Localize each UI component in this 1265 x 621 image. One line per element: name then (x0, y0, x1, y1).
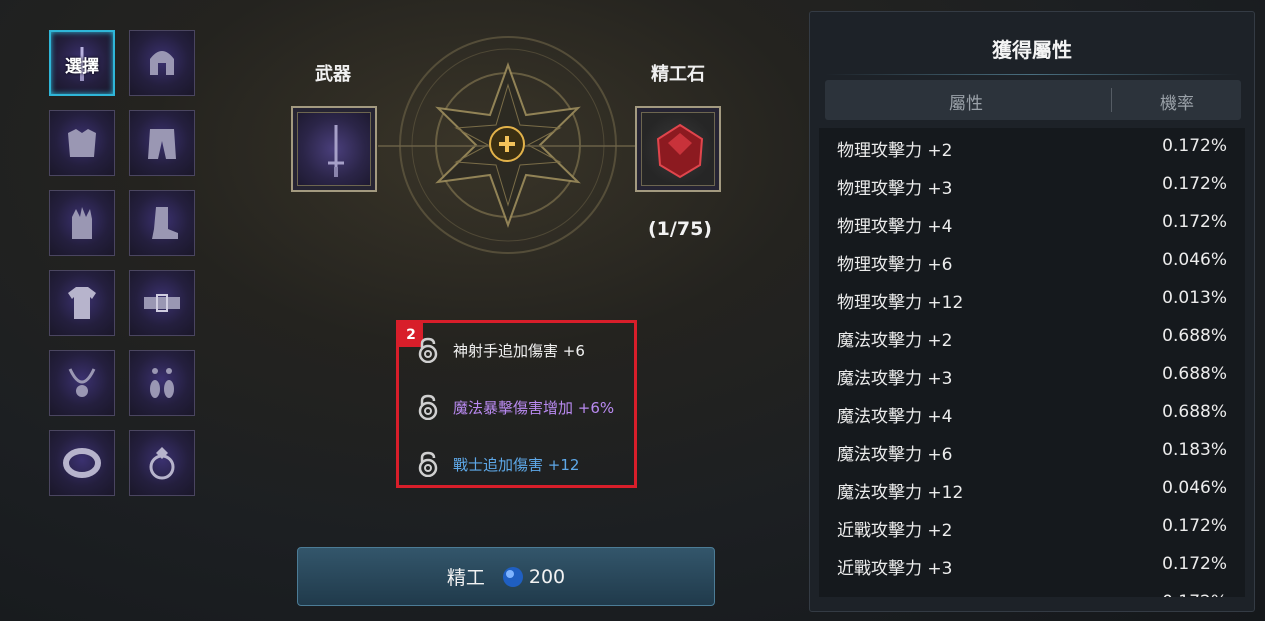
refine-button[interactable]: 精工 200 (297, 547, 715, 606)
sword-icon (328, 125, 344, 177)
slot-weapon[interactable]: 選擇 (49, 30, 115, 96)
attribute-name: 魔法攻擊力 +12 (837, 483, 964, 503)
bracelet-icon (63, 448, 101, 478)
weapon-slot[interactable] (291, 106, 377, 192)
slot-armor[interactable] (49, 110, 115, 176)
armor-icon (68, 129, 96, 157)
attribute-probability: 0.172% (1162, 592, 1227, 597)
option-line: 神射手追加傷害 +6 (417, 337, 585, 363)
slot-pants[interactable] (129, 110, 195, 176)
attribute-probability: 0.172% (1162, 554, 1227, 574)
column-header-attribute: 屬性 (949, 94, 983, 114)
attribute-name: 物理攻擊力 +3 (837, 179, 953, 199)
table-row: 魔法攻擊力 +2 0.688% (819, 318, 1245, 356)
table-row: 近戰攻擊力 +4 0.172% (819, 584, 1245, 597)
slot-belt[interactable] (129, 270, 195, 336)
attribute-probability: 0.013% (1162, 288, 1227, 308)
panel-title: 獲得屬性 (992, 38, 1072, 62)
attribute-list[interactable]: 物理攻擊力 +2 0.172% 物理攻擊力 +3 0.172% 物理攻擊力 +4 0.17… (819, 128, 1245, 597)
weapon-label: 武器 (315, 64, 351, 85)
slot-shirt[interactable] (49, 270, 115, 336)
unlock-icon[interactable] (417, 394, 439, 420)
option-line: 魔法暴擊傷害增加 +6% (417, 394, 614, 420)
stone-count: (1/75) (648, 218, 712, 240)
unlock-icon[interactable] (417, 337, 439, 363)
attribute-name: 物理攻擊力 +6 (837, 255, 953, 275)
add-button[interactable] (489, 126, 525, 162)
table-row: 魔法攻擊力 +4 0.688% (819, 394, 1245, 432)
attribute-name: 物理攻擊力 +2 (837, 141, 953, 161)
random-options-box: 2 神射手追加傷害 +6 魔法暴擊傷害增加 +6% 戰士追加傷害 +12 (396, 320, 637, 488)
ring-icon (149, 447, 175, 480)
stone-label: 精工石 (651, 64, 705, 85)
red-gem-icon (656, 123, 704, 179)
blue-gem-icon (502, 566, 523, 587)
table-header: 屬性 機率 (825, 80, 1241, 120)
unlock-icon[interactable] (417, 451, 439, 477)
refine-button-label: 精工 (446, 567, 485, 589)
attribute-probability: 0.183% (1162, 440, 1227, 460)
attribute-panel: 獲得屬性 屬性 機率 物理攻擊力 +2 0.172% 物理攻擊力 +3 0.172% 物… (809, 11, 1255, 612)
attribute-probability: 0.688% (1162, 326, 1227, 346)
attribute-name: 近戰攻擊力 +3 (837, 559, 953, 579)
table-row: 物理攻擊力 +12 0.013% (819, 280, 1245, 318)
attribute-name: 近戰攻擊力 +4 (837, 592, 952, 597)
table-row: 近戰攻擊力 +3 0.172% (819, 546, 1245, 584)
helmet-icon (150, 51, 174, 75)
attribute-name: 物理攻擊力 +4 (837, 217, 953, 237)
table-row: 魔法攻擊力 +3 0.688% (819, 356, 1245, 394)
attribute-probability: 0.046% (1162, 250, 1227, 270)
table-row: 物理攻擊力 +3 0.172% (819, 166, 1245, 204)
earrings-icon (150, 368, 174, 398)
slot-selected-label: 選擇 (65, 57, 99, 77)
table-row: 物理攻擊力 +2 0.172% (819, 128, 1245, 166)
slot-necklace[interactable] (49, 350, 115, 416)
attribute-name: 魔法攻擊力 +6 (837, 445, 953, 465)
attribute-probability: 0.688% (1162, 364, 1227, 384)
slot-earrings[interactable] (129, 350, 195, 416)
attribute-probability: 0.172% (1162, 174, 1227, 194)
table-row: 近戰攻擊力 +2 0.172% (819, 508, 1245, 546)
attribute-probability: 0.046% (1162, 478, 1227, 498)
title-divider (825, 74, 1239, 75)
slot-boots[interactable] (129, 190, 195, 256)
attribute-probability: 0.688% (1162, 402, 1227, 422)
attribute-probability: 0.172% (1162, 136, 1227, 156)
attribute-name: 魔法攻擊力 +2 (837, 331, 953, 351)
attribute-probability: 0.172% (1162, 212, 1227, 232)
option-text: 戰士追加傷害 +12 (453, 455, 580, 474)
attribute-name: 魔法攻擊力 +3 (837, 369, 953, 389)
table-row: 魔法攻擊力 +6 0.183% (819, 432, 1245, 470)
option-text: 神射手追加傷害 +6 (453, 341, 585, 360)
column-header-probability: 機率 (1160, 94, 1194, 114)
table-row: 魔法攻擊力 +12 0.046% (819, 470, 1245, 508)
attribute-name: 物理攻擊力 +12 (837, 293, 964, 313)
pants-icon (148, 129, 176, 159)
belt-icon (144, 294, 180, 312)
column-divider (1111, 88, 1112, 112)
plus-icon (499, 136, 515, 152)
attribute-probability: 0.172% (1162, 516, 1227, 536)
slot-bracelet[interactable] (49, 430, 115, 496)
shirt-icon (68, 287, 96, 319)
option-text: 魔法暴擊傷害增加 +6% (453, 398, 615, 417)
gloves-icon (72, 207, 92, 239)
necklace-icon (68, 368, 96, 397)
slot-gloves[interactable] (49, 190, 115, 256)
table-row: 物理攻擊力 +6 0.046% (819, 242, 1245, 280)
attribute-name: 近戰攻擊力 +2 (837, 521, 953, 541)
slot-helmet[interactable] (129, 30, 195, 96)
slot-ring[interactable] (129, 430, 195, 496)
refine-stone-slot[interactable] (635, 106, 721, 192)
boots-icon (152, 207, 178, 239)
option-line: 戰士追加傷害 +12 (417, 451, 579, 477)
attribute-name: 魔法攻擊力 +4 (837, 407, 953, 427)
table-row: 物理攻擊力 +4 0.172% (819, 204, 1245, 242)
refine-cost: 200 (528, 565, 566, 588)
